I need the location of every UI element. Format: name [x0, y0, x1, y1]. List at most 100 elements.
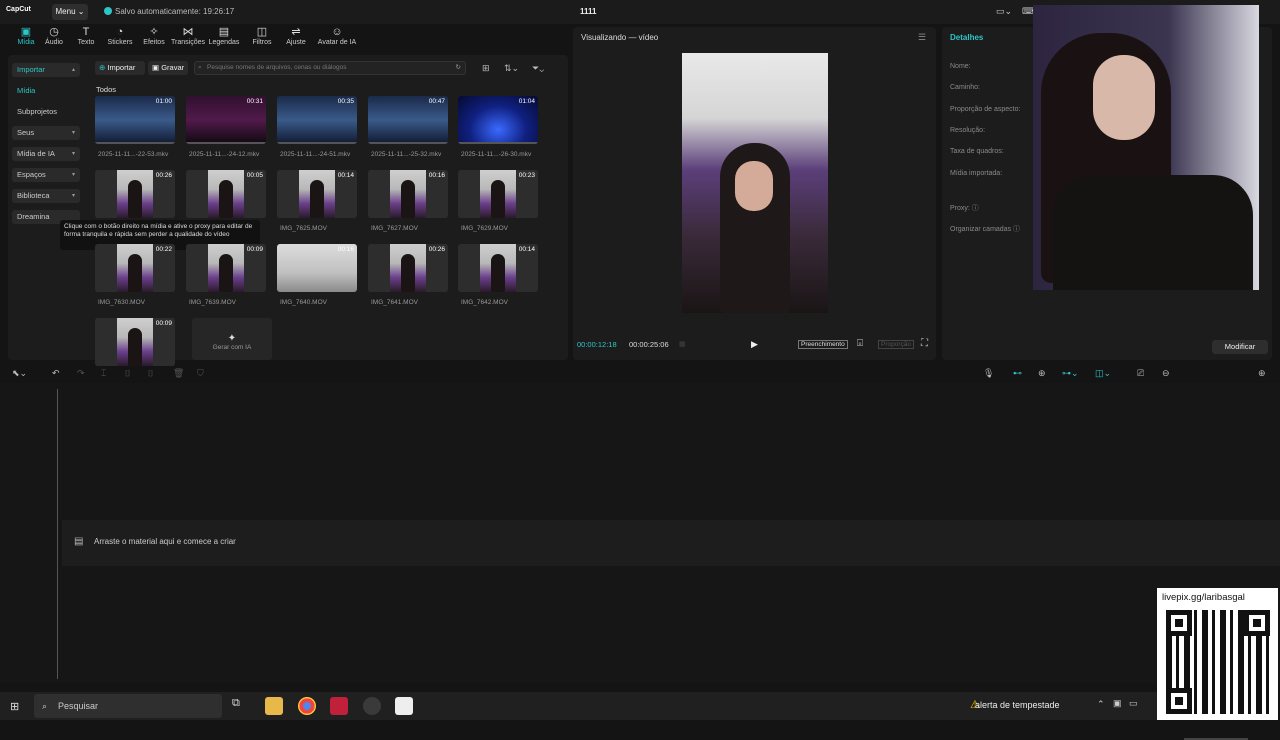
shield-icon[interactable]: ⛉ [197, 368, 204, 379]
screenshot-icon[interactable]: ⌻ [857, 338, 863, 349]
record-button[interactable]: ▣ Gravar [148, 61, 188, 75]
tool-effects[interactable]: ✧ Efeitos [136, 26, 172, 46]
filter-icon[interactable]: ⏷⌄ [532, 63, 544, 74]
chrome-icon[interactable] [298, 697, 316, 715]
redo-icon[interactable]: ↷ [77, 368, 85, 379]
timeline-drop-zone[interactable]: ▤ Arraste o material aqui e comece a cri… [62, 520, 1280, 566]
thumbnail-portrait [480, 244, 516, 292]
app-red-icon[interactable] [330, 697, 348, 715]
media-thumbnail[interactable]: 00:09 [186, 244, 266, 292]
qr-eye [1244, 610, 1270, 636]
menu-lines-icon[interactable]: ☰ [918, 32, 926, 43]
media-thumbnail[interactable]: 00:16 [368, 170, 448, 218]
sidebar-item-import[interactable]: Importar ▴ [12, 63, 80, 77]
file-explorer-icon[interactable] [265, 697, 283, 715]
info-icon[interactable]: ⓘ [1013, 226, 1020, 233]
captions-track-icon[interactable]: ⎚ [1137, 368, 1144, 379]
layout-icon[interactable]: ▭⌄ [996, 6, 1012, 17]
grid-view-icon[interactable]: ⊞ [482, 63, 490, 74]
play-icon[interactable]: ▶ [751, 339, 758, 350]
split-right-icon[interactable]: ⌷ [148, 368, 153, 379]
auto-snap-icon[interactable]: ⊕ [1038, 368, 1046, 379]
media-thumbnail[interactable]: 00:14 [458, 244, 538, 292]
weather-alert[interactable]: alerta de tempestade [975, 700, 1060, 710]
info-icon[interactable]: ⓘ [972, 205, 979, 212]
task-view-icon[interactable]: ⧉ [232, 697, 250, 715]
media-thumbnail[interactable]: 01:04 [458, 96, 538, 144]
tool-label: Mídia [17, 39, 35, 46]
microphone-icon[interactable]: 🎙 [983, 368, 994, 379]
tool-audio[interactable]: ◷ Áudio [36, 26, 72, 46]
pointer-tool-icon[interactable]: ⬉⌄ [12, 368, 27, 379]
tool-transition[interactable]: ⋈ Transições [170, 26, 206, 46]
media-thumbnail[interactable]: 01:00 [95, 96, 175, 144]
tool-text[interactable]: T Texto [68, 26, 104, 46]
chevron-down-icon: ⌄ [77, 7, 85, 16]
zoom-in-icon[interactable]: ⊕ [1258, 368, 1266, 379]
media-thumbnail[interactable]: 00:35 [277, 96, 357, 144]
audio-icon: ◷ [49, 26, 59, 38]
windows-start-icon[interactable]: ⊞ [10, 700, 19, 713]
media-thumbnail[interactable]: 00:47 [368, 96, 448, 144]
sidebar-item-media[interactable]: Mídia [12, 84, 80, 98]
tool-sticker[interactable]: ◔ Stickers [102, 26, 138, 46]
refresh-icon[interactable]: ↻ [456, 62, 461, 74]
media-search-input[interactable]: ⌕ Pesquise nomes de arquivos, cenas ou di… [194, 61, 466, 75]
thumbnail-duration: 00:16 [337, 246, 354, 253]
media-thumbnail[interactable]: 00:23 [458, 170, 538, 218]
network-icon[interactable]: ▭ [1129, 698, 1138, 709]
tool-avatar[interactable]: ☺ Avatar de IA [312, 26, 362, 46]
menu-button[interactable]: Menu ⌄ [52, 4, 88, 20]
media-thumbnail[interactable]: 00:26 [368, 244, 448, 292]
generate-ai-card[interactable]: ✦ Gerar com IA [192, 318, 272, 360]
media-thumbnail[interactable]: 00:16 [277, 244, 357, 292]
fill-button[interactable]: Preenchimento [798, 340, 848, 349]
frame-icon[interactable]: ▦ [679, 340, 686, 348]
sidebar-item-ai-media[interactable]: Mídia de IA ▾ [12, 147, 80, 161]
sidebar-item-subprojects[interactable]: Subprojetos [12, 105, 80, 119]
tray-chevron-icon[interactable]: ⌃ [1097, 699, 1105, 710]
ratio-button[interactable]: Proporção [878, 340, 914, 349]
media-thumbnail[interactable]: 00:09 [95, 318, 175, 366]
taskbar-search-label: Pesquisar [58, 701, 99, 711]
sidebar-item-yours[interactable]: Seus ▾ [12, 126, 80, 140]
fullscreen-icon[interactable]: ⛶ [921, 338, 928, 349]
current-timecode: 00:00:12:18 [577, 340, 617, 349]
split-icon[interactable]: ⌶ [101, 368, 106, 379]
sidebar-item-spaces[interactable]: Espaços ▾ [12, 168, 80, 182]
preview-video[interactable] [682, 53, 828, 313]
sparkle-icon: ✦ [227, 333, 237, 344]
transition-icon: ⋈ [182, 26, 194, 38]
tool-captions[interactable]: ▤ Legendas [206, 26, 242, 46]
main-track-magnet-icon[interactable]: ⊷ [1013, 368, 1022, 379]
timeline[interactable]: ▤ Arraste o material aqui e comece a cri… [0, 383, 1280, 683]
playhead[interactable] [57, 389, 58, 679]
media-thumbnail[interactable]: 00:14 [277, 170, 357, 218]
delete-icon[interactable]: 🗑 [173, 368, 184, 379]
undo-icon[interactable]: ↶ [52, 368, 60, 379]
tray-app-icon[interactable]: ▣ [1113, 698, 1122, 709]
proxy-label-text: Proxy: [950, 205, 970, 212]
linkage-icon[interactable]: ⊶⌄ [1062, 368, 1079, 379]
zoom-out-icon[interactable]: ⊖ [1162, 368, 1170, 379]
media-thumbnail[interactable]: 00:26 [95, 170, 175, 218]
sidebar-item-library[interactable]: Biblioteca ▾ [12, 189, 80, 203]
import-button[interactable]: ⊕ Importar [95, 61, 145, 75]
media-thumbnail[interactable]: 00:05 [186, 170, 266, 218]
media-thumbnail[interactable]: 00:22 [95, 244, 175, 292]
menu-label: Menu [55, 7, 76, 16]
modify-button[interactable]: Modificar [1212, 340, 1268, 354]
tool-adjust[interactable]: ⇌ Ajuste [278, 26, 314, 46]
search-placeholder: Pesquise nomes de arquivos, cenas ou diá… [207, 64, 347, 71]
capcut-taskbar-icon[interactable] [395, 697, 413, 715]
media-thumbnail[interactable]: 00:31 [186, 96, 266, 144]
preview-axis-icon[interactable]: ◫⌄ [1095, 368, 1111, 379]
taskbar-search[interactable]: ⌕ Pesquisar [34, 694, 222, 718]
split-left-icon[interactable]: ⌷ [125, 368, 130, 379]
sort-icon[interactable]: ⇅⌄ [504, 63, 519, 74]
obs-icon[interactable] [363, 697, 381, 715]
tool-filters[interactable]: ◫ Filtros [244, 26, 280, 46]
thumbnail-duration: 00:16 [428, 172, 445, 179]
project-title[interactable]: 1111 [580, 7, 596, 16]
thumbnail-duration: 00:14 [337, 172, 354, 179]
